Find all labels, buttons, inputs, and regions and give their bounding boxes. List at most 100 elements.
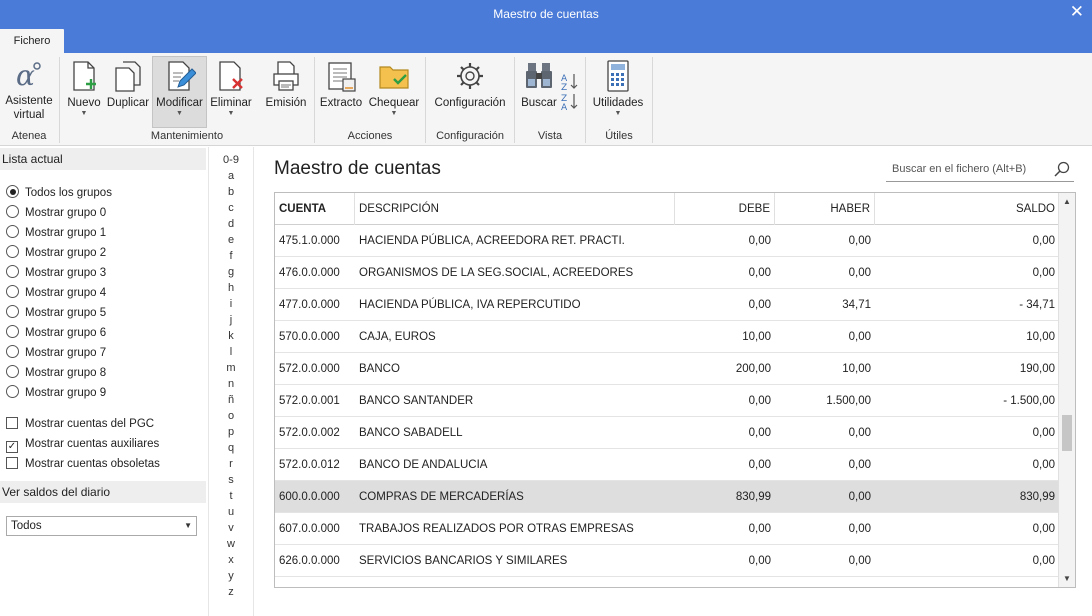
alpha-index-letter[interactable]: b	[209, 184, 253, 200]
table-row[interactable]: 626.0.0.000 SERVICIOS BANCARIOS Y SIMILAR…	[275, 545, 1059, 577]
buscar-button[interactable]: Buscar	[519, 57, 559, 127]
radio-option[interactable]: Mostrar grupo 2	[6, 245, 106, 261]
radio-button-icon[interactable]	[6, 365, 19, 378]
alpha-index-letter[interactable]: f	[209, 248, 253, 264]
alpha-index-letter[interactable]: v	[209, 520, 253, 536]
radio-option[interactable]: Mostrar grupo 0	[6, 205, 106, 221]
cell-saldo: 0,00	[1032, 459, 1055, 471]
emision-button[interactable]: Emisión	[263, 57, 309, 127]
column-header-debe[interactable]: DEBE	[675, 193, 775, 225]
radio-option[interactable]: Mostrar grupo 7	[6, 345, 106, 361]
scroll-down-icon[interactable]: ▼	[1063, 574, 1071, 583]
alpha-index-letter[interactable]: y	[209, 568, 253, 584]
cell-haber: 0,00	[848, 491, 871, 503]
table-row[interactable]: 570.0.0.000 CAJA, EUROS 10,00 0,00 10,00	[275, 321, 1059, 353]
accounts-table: CUENTA DESCRIPCIÓN DEBE HABER SALDO 475.…	[274, 192, 1076, 588]
table-row[interactable]: 572.0.0.012 BANCO DE ANDALUCIA 0,00 0,00 0,0…	[275, 449, 1059, 481]
configuracion-button[interactable]: Configuración	[431, 57, 509, 127]
alpha-index-letter[interactable]: k	[209, 328, 253, 344]
radio-button-icon[interactable]	[6, 345, 19, 358]
alpha-index-letter[interactable]: w	[209, 536, 253, 552]
alpha-index-letter[interactable]: m	[209, 360, 253, 376]
column-header-haber[interactable]: HABER	[775, 193, 875, 225]
checkbox-checked-icon[interactable]: ✓	[6, 441, 18, 453]
radio-button-icon[interactable]	[6, 285, 19, 298]
table-row[interactable]: 600.0.0.000 COMPRAS DE MERCADERÍAS 830,99 0…	[275, 481, 1059, 513]
asistente-virtual-button[interactable]: α Asistente virtual	[2, 57, 56, 127]
checkbox-option[interactable]: ✓ Mostrar cuentas auxiliares	[6, 436, 159, 453]
checkbox-icon[interactable]	[6, 417, 18, 429]
alpha-index-letter[interactable]: n	[209, 376, 253, 392]
duplicar-label: Duplicar	[106, 97, 150, 109]
search-icon[interactable]	[1054, 161, 1070, 177]
table-row[interactable]: 476.0.0.000 ORGANISMOS DE LA SEG.SOCIAL, …	[275, 257, 1059, 289]
alpha-index-letter[interactable]: d	[209, 216, 253, 232]
radio-button-icon[interactable]	[6, 305, 19, 318]
close-icon[interactable]: ✕	[1070, 2, 1084, 22]
alpha-index-letter[interactable]: t	[209, 488, 253, 504]
vertical-scrollbar[interactable]: ▲ ▼	[1058, 193, 1075, 587]
radio-option[interactable]: Mostrar grupo 9	[6, 385, 106, 401]
radio-button-icon[interactable]	[6, 245, 19, 258]
nuevo-button[interactable]: Nuevo ▼	[65, 57, 103, 127]
alpha-index-letter[interactable]: g	[209, 264, 253, 280]
alpha-index-letter[interactable]: l	[209, 344, 253, 360]
modificar-button[interactable]: Modificar ▼	[152, 56, 207, 128]
alpha-index-letter[interactable]: q	[209, 440, 253, 456]
radio-option[interactable]: Mostrar grupo 5	[6, 305, 106, 321]
radio-button-icon[interactable]	[6, 185, 19, 198]
column-header-cuenta[interactable]: CUENTA	[275, 193, 355, 225]
alpha-index-letter[interactable]: h	[209, 280, 253, 296]
duplicar-button[interactable]: Duplicar	[105, 57, 151, 127]
radio-button-icon[interactable]	[6, 205, 19, 218]
cell-saldo: - 1.500,00	[1003, 395, 1055, 407]
alpha-index-letter[interactable]: s	[209, 472, 253, 488]
alpha-index-letter[interactable]: z	[209, 584, 253, 600]
radio-option[interactable]: Mostrar grupo 6	[6, 325, 106, 341]
radio-option[interactable]: Todos los grupos	[6, 185, 112, 201]
scroll-up-icon[interactable]: ▲	[1063, 197, 1071, 206]
radio-button-icon[interactable]	[6, 385, 19, 398]
checkbox-option[interactable]: Mostrar cuentas del PGC	[6, 416, 154, 432]
alpha-index-letter[interactable]: 0-9	[209, 152, 253, 168]
checkbox-option[interactable]: Mostrar cuentas obsoletas	[6, 456, 160, 472]
scroll-thumb[interactable]	[1062, 415, 1072, 451]
radio-option[interactable]: Mostrar grupo 4	[6, 285, 106, 301]
tab-fichero[interactable]: Fichero	[0, 29, 64, 53]
chequear-button[interactable]: Chequear ▼	[367, 57, 421, 127]
alpha-index-letter[interactable]: e	[209, 232, 253, 248]
table-row[interactable]: 475.1.0.000 HACIENDA PÚBLICA, ACREEDORA R…	[275, 225, 1059, 257]
alpha-index-letter[interactable]: o	[209, 408, 253, 424]
alpha-index-letter[interactable]: c	[209, 200, 253, 216]
table-row[interactable]: 607.0.0.000 TRABAJOS REALIZADOS POR OTRAS…	[275, 513, 1059, 545]
table-row[interactable]: 572.0.0.002 BANCO SABADELL 0,00 0,00 0,00	[275, 417, 1059, 449]
table-row[interactable]: 477.0.0.000 HACIENDA PÚBLICA, IVA REPERCU…	[275, 289, 1059, 321]
radio-option[interactable]: Mostrar grupo 8	[6, 365, 106, 381]
utilidades-button[interactable]: Utilidades ▼	[590, 57, 646, 127]
radio-button-icon[interactable]	[6, 265, 19, 278]
alpha-index-letter[interactable]: ñ	[209, 392, 253, 408]
alpha-index-letter[interactable]: a	[209, 168, 253, 184]
alpha-index-letter[interactable]: u	[209, 504, 253, 520]
extracto-button[interactable]: Extracto	[319, 57, 363, 127]
column-header-saldo[interactable]: SALDO	[875, 193, 1059, 225]
alpha-index-letter[interactable]: r	[209, 456, 253, 472]
radio-option[interactable]: Mostrar grupo 1	[6, 225, 106, 241]
radio-button-icon[interactable]	[6, 225, 19, 238]
saldos-select[interactable]: Todos ▼	[6, 516, 197, 536]
printer-icon	[273, 61, 299, 91]
alpha-index-letter[interactable]: x	[209, 552, 253, 568]
sort-az-button[interactable]: A Z Z A	[560, 71, 580, 113]
alpha-index-letter[interactable]: j	[209, 312, 253, 328]
eliminar-button[interactable]: Eliminar ▼	[209, 57, 253, 127]
radio-button-icon[interactable]	[6, 325, 19, 338]
alpha-index-letter[interactable]: p	[209, 424, 253, 440]
radio-option[interactable]: Mostrar grupo 3	[6, 265, 106, 281]
search-input[interactable]: Buscar en el fichero (Alt+B)	[886, 156, 1074, 182]
cell-descripcion: HACIENDA PÚBLICA, IVA REPERCUTIDO	[359, 299, 581, 311]
table-row[interactable]: 572.0.0.001 BANCO SANTANDER 0,00 1.500,00 - …	[275, 385, 1059, 417]
checkbox-icon[interactable]	[6, 457, 18, 469]
column-header-descripcion[interactable]: DESCRIPCIÓN	[355, 193, 675, 225]
table-row[interactable]: 572.0.0.000 BANCO 200,00 10,00 190,00	[275, 353, 1059, 385]
alpha-index-letter[interactable]: i	[209, 296, 253, 312]
